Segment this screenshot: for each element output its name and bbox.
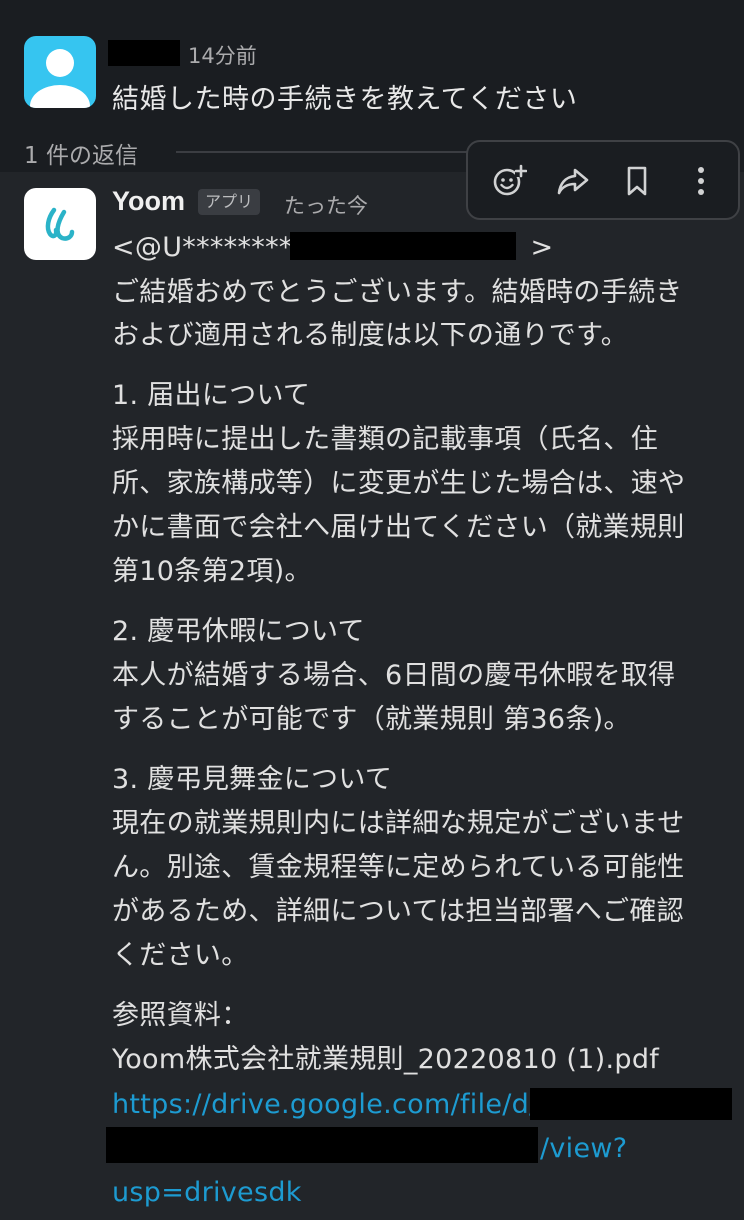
drive-link-mid[interactable]: /view? (540, 1126, 627, 1171)
body-line: 採用時に提出した書類の記載事項（氏名、住 (112, 424, 658, 455)
message-timestamp[interactable]: 14分前 (188, 40, 257, 70)
body-line: および適用される制度は以下の通りです。 (112, 320, 628, 351)
forward-button[interactable] (552, 160, 594, 202)
more-icon (698, 167, 704, 195)
body-line: 現在の就業規則内には詳細な規定がございませ (112, 808, 685, 839)
body-line: があるため、詳細については担当部署へご確認 (112, 896, 684, 927)
redacted-link-part (530, 1088, 732, 1120)
message-text: 結婚した時の手続きを教えてください (112, 84, 578, 115)
body-line: することが可能です（就業規則 第36条)。 (112, 704, 631, 735)
reference-filename: Yoom株式会社就業規則_20220810 (1).pdf (112, 1044, 660, 1075)
reference-heading: 参照資料： (112, 1000, 249, 1031)
body-line: ご結婚おめでとうございます。結婚時の手続き (112, 277, 683, 308)
body-line: 本人が結婚する場合、6日間の慶弔休暇を取得 (112, 660, 676, 691)
yoom-logo-icon (45, 207, 75, 241)
app-badge: アプリ (198, 189, 261, 215)
body-line: 第10条第2項)。 (112, 556, 312, 587)
thread-divider (176, 151, 476, 153)
more-actions-button[interactable] (680, 160, 722, 202)
bookmark-icon (627, 166, 647, 196)
bot-timestamp[interactable]: たった今 (284, 190, 368, 220)
bot-name[interactable]: Yoom (112, 186, 185, 217)
drive-link-end[interactable]: usp=drivesdk (112, 1170, 302, 1215)
redacted-mention-id (290, 232, 516, 260)
bookmark-button[interactable] (616, 160, 658, 202)
user-silhouette-icon (30, 49, 90, 108)
bot-avatar[interactable] (24, 188, 96, 260)
redacted-link-part (106, 1127, 538, 1163)
section-heading: 3. 慶弔見舞金について (112, 764, 393, 795)
forward-icon (557, 168, 589, 195)
mention-prefix: <@U********* (112, 232, 307, 263)
message-actions-toolbar (466, 140, 740, 220)
drive-link-start[interactable]: https://drive.google.com/file/d/ (112, 1082, 539, 1127)
body-line: ん。別途、賃金規程等に定められている可能性 (112, 852, 685, 883)
body-line: ください。 (112, 940, 249, 971)
section-heading: 1. 届出について (112, 380, 311, 411)
body-line: 所、家族構成等）に変更が生じた場合は、速や (112, 468, 686, 499)
mention-suffix: > (530, 232, 554, 263)
add-reaction-icon (493, 164, 527, 196)
user-avatar[interactable] (24, 36, 96, 108)
section-heading: 2. 慶弔休暇について (112, 616, 365, 647)
redacted-username (108, 40, 180, 66)
add-reaction-button[interactable] (488, 160, 530, 202)
body-line: かに書面で会社へ届け出てください（就業規則 (112, 512, 685, 543)
thread-replies-count: 1 件の返信 (24, 143, 138, 169)
